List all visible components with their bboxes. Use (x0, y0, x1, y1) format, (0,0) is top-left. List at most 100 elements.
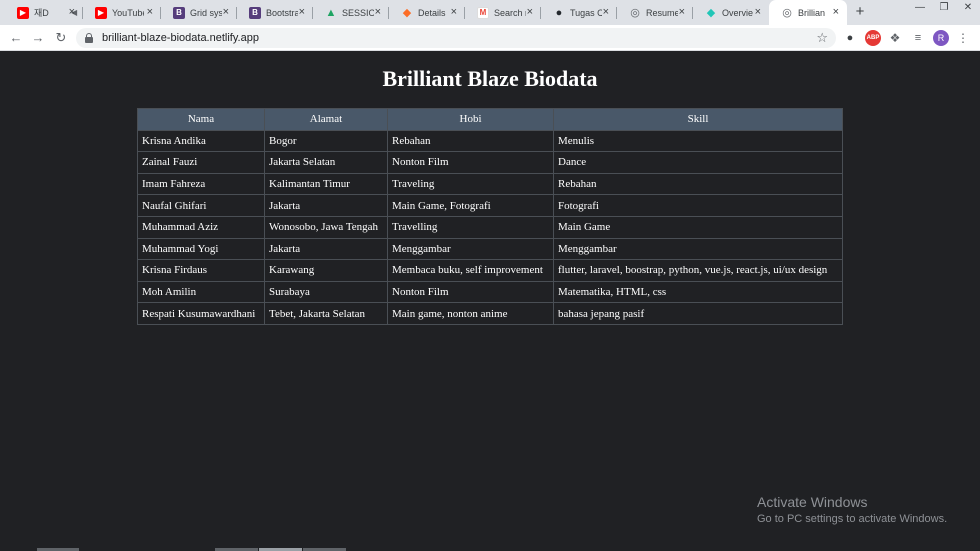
header-alamat: Alamat (264, 108, 388, 131)
browser-tab[interactable]: ● Tugas C × (541, 0, 617, 25)
tab-close-icon[interactable]: × (451, 6, 457, 18)
abp-label: ABP (866, 35, 880, 41)
watermark-subtitle: Go to PC settings to activate Windows. (757, 513, 948, 525)
browser-tab[interactable]: ◆ Details × (389, 0, 465, 25)
cell-skill: Fotografi (553, 194, 843, 217)
cell-alamat: Karawang (264, 259, 388, 282)
cell-hobi: Nonton Film (387, 151, 554, 174)
browser-tab[interactable]: ◆ Overvie × (693, 0, 769, 25)
cell-hobi: Main game, nonton anime (387, 302, 554, 325)
browser-tab[interactable]: B Bootstra × (237, 0, 313, 25)
incognito-extension-icon[interactable]: ● (842, 30, 858, 46)
profile-avatar[interactable]: R (933, 30, 949, 46)
adblock-plus-icon[interactable]: ABP (865, 30, 881, 46)
drive-icon: ▲ (325, 6, 337, 19)
forward-icon[interactable]: → (30, 30, 46, 46)
youtube-icon: ▶ (95, 6, 107, 19)
cell-alamat: Jakarta (264, 237, 388, 261)
browser-tab[interactable]: ▶ 재D ◀ × (5, 0, 83, 25)
new-tab-button[interactable]: + (852, 4, 868, 20)
cell-skill: Menulis (553, 129, 843, 153)
bookmark-star-icon[interactable]: ☆ (816, 30, 828, 46)
tab-label: Resume (646, 7, 678, 18)
lock-icon (85, 33, 93, 43)
cell-skill: Matematika, HTML, css (553, 280, 843, 304)
cell-nama: Zainal Fauzi (137, 151, 265, 174)
cell-skill: Menggambar (553, 237, 843, 261)
cell-alamat: Bogor (264, 129, 388, 153)
cell-skill: flutter, laravel, boostrap, python, vue.… (553, 259, 843, 282)
table-row: Zainal Fauzi Jakarta Selatan Nonton Film Da… (137, 151, 843, 174)
window-controls: — ❐ ✕ (908, 0, 980, 18)
cell-nama: Respati Kusumawardhani (137, 302, 265, 325)
tab-label: SESSION (342, 7, 374, 18)
url-text[interactable]: brilliant-blaze-biodata.netlify.app (102, 31, 259, 45)
globe-icon: ◎ (630, 7, 640, 19)
tab-label: Bootstra (266, 7, 298, 18)
table-row: Krisna Firdaus Karawang Membaca buku, self… (137, 259, 843, 282)
cell-alamat: Jakarta (264, 194, 388, 217)
back-icon[interactable]: ← (8, 30, 24, 46)
header-skill: Skill (553, 108, 843, 131)
windows-activation-watermark: Activate Windows Go to PC settings to ac… (757, 493, 947, 526)
browser-tab[interactable]: B Grid sys × (161, 0, 237, 25)
tab-close-icon[interactable]: × (527, 6, 533, 18)
extensions-puzzle-icon[interactable]: ❖ (887, 30, 903, 46)
browser-tab[interactable]: ▶ YouTube × (83, 0, 161, 25)
reading-list-icon[interactable]: ≡ (910, 30, 926, 46)
biodata-table: Nama Alamat Hobi Skill Krisna Andika Bogo… (137, 108, 843, 325)
minimize-icon[interactable]: — (908, 0, 932, 18)
table-row: Muhammad Aziz Wonosobo, Jawa Tengah Travel… (137, 215, 843, 239)
cell-hobi: Membaca buku, self improvement (387, 259, 554, 282)
header-hobi: Hobi (387, 108, 554, 131)
cell-nama: Muhammad Aziz (137, 215, 265, 239)
cell-skill: bahasa jepang pasif (553, 302, 843, 325)
tab-close-icon[interactable]: × (833, 6, 839, 18)
tab-close-icon[interactable]: × (755, 6, 761, 18)
tab-close-icon[interactable]: × (147, 6, 153, 18)
cell-hobi: Nonton Film (387, 280, 554, 304)
github-icon: ● (555, 6, 563, 19)
cell-nama: Krisna Firdaus (137, 259, 265, 282)
tab-close-icon[interactable]: × (223, 6, 229, 18)
tab-label: Brillian (798, 7, 826, 18)
cell-nama: Naufal Ghifari (137, 194, 265, 217)
tab-close-icon[interactable]: × (679, 6, 685, 18)
browser-tab[interactable]: M Search r × (465, 0, 541, 25)
tab-strip: ▶ 재D ◀ × ▶ YouTube × B Grid sys × B Bootstra × ▲ SESSI… (0, 0, 980, 25)
reload-icon[interactable]: ↻ (53, 30, 69, 46)
header-nama: Nama (137, 108, 265, 131)
address-bar[interactable]: brilliant-blaze-biodata.netlify.app ☆ (76, 28, 836, 48)
tab-close-icon[interactable]: × (69, 6, 75, 18)
tab-label: Search r (494, 7, 526, 18)
tab-label: Overvie (722, 7, 754, 18)
browser-tab[interactable]: ◎ Resume × (617, 0, 693, 25)
page-content: Brilliant Blaze Biodata Nama Alamat Hobi… (0, 52, 980, 551)
cell-nama: Muhammad Yogi (137, 237, 265, 261)
cell-alamat: Kalimantan Timur (264, 172, 388, 196)
page-title: Brilliant Blaze Biodata (382, 66, 598, 91)
browser-menu-icon[interactable]: ⋮ (957, 30, 969, 46)
table-row: Krisna Andika Bogor Rebahan Menulis (137, 129, 843, 153)
table-row: Muhammad Yogi Jakarta Menggambar Menggambar (137, 237, 843, 261)
tab-label: YouTube (112, 7, 144, 18)
close-window-icon[interactable]: ✕ (956, 0, 980, 18)
cell-nama: Krisna Andika (137, 129, 265, 153)
cell-nama: Imam Fahreza (137, 172, 265, 196)
tab-close-icon[interactable]: × (603, 6, 609, 18)
tab-label: Details (418, 7, 446, 18)
tab-label: Tugas C (570, 7, 602, 18)
cell-skill: Dance (553, 151, 843, 174)
cell-skill: Rebahan (553, 172, 843, 196)
cell-skill: Main Game (553, 215, 843, 239)
browser-tab[interactable]: ◎ Brillian × (769, 0, 847, 25)
tab-label: 재D (34, 8, 49, 18)
tab-close-icon[interactable]: × (375, 6, 381, 18)
browser-tab[interactable]: ▲ SESSION× (313, 0, 389, 25)
tab-close-icon[interactable]: × (299, 6, 305, 18)
cell-hobi: Main Game, Fotografi (387, 194, 554, 217)
restore-icon[interactable]: ❐ (932, 0, 956, 18)
table-row: Naufal Ghifari Jakarta Main Game, Fotograf… (137, 194, 843, 217)
cell-alamat: Tebet, Jakarta Selatan (264, 302, 388, 325)
browser-toolbar: ← → ↻ brilliant-blaze-biodata.netlify.ap… (0, 25, 980, 51)
